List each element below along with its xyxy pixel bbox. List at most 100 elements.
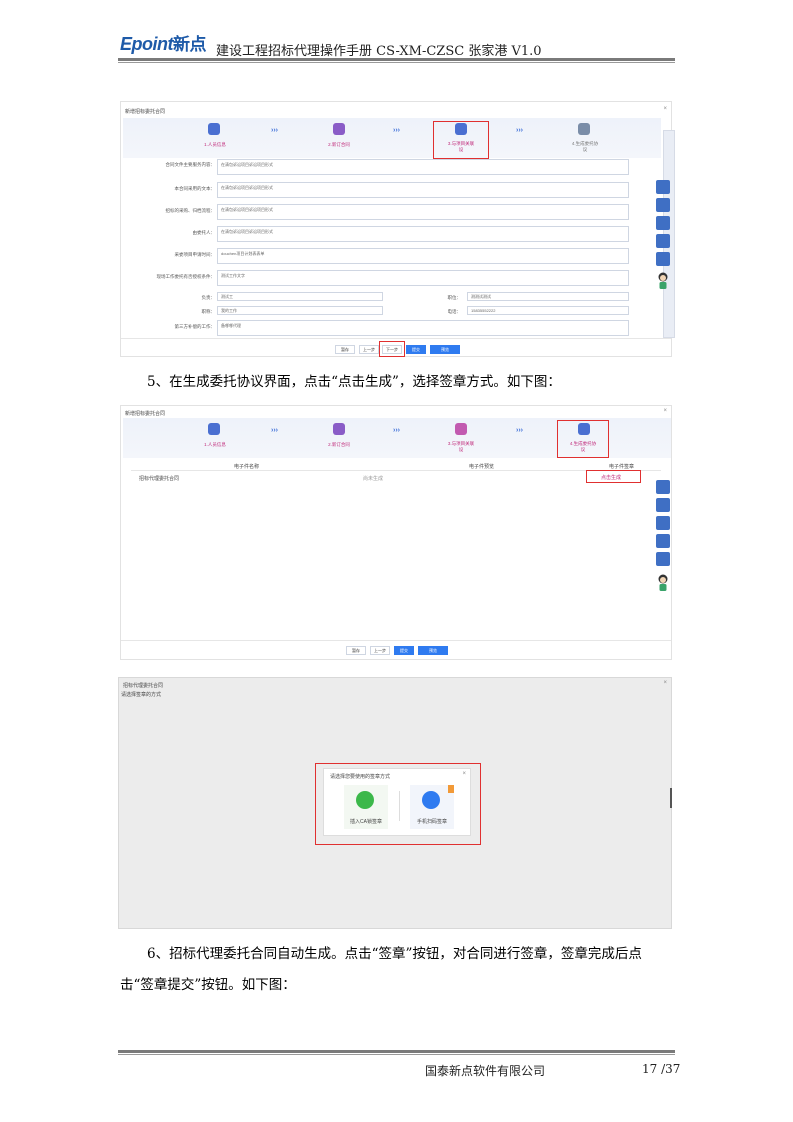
step-2-icon	[333, 123, 345, 135]
close-icon[interactable]: ×	[663, 106, 667, 112]
field-input[interactable]: 在清包诉讼项目诉讼项目形式	[217, 204, 629, 220]
save-draft-button[interactable]: 暂存	[335, 345, 355, 354]
ca-sign-option[interactable]: 插入CA锁签章	[344, 785, 388, 829]
mail-tool-icon[interactable]	[656, 234, 670, 248]
divider	[399, 791, 400, 821]
step-arrow-icon: ›››	[271, 127, 278, 134]
field-label: 采委项目申请时间：	[174, 252, 216, 257]
field-label: 职位：	[447, 295, 462, 300]
step-6-text-line2: 击“签章提交”按钮。如下图：	[120, 977, 296, 993]
check-tool-icon[interactable]	[656, 516, 670, 530]
step-2-icon	[333, 423, 345, 435]
col-header-sign: 电子件签章	[609, 464, 635, 470]
close-icon[interactable]: ×	[663, 408, 667, 414]
help-tool-icon[interactable]	[656, 198, 670, 212]
header-rule-thin	[118, 62, 675, 63]
table-header: 电子件名称 电子件预览 电子件签章	[131, 461, 661, 471]
header-rule	[118, 58, 675, 61]
step-1-label: 1.人员信息	[204, 142, 226, 147]
field-input[interactable]: 备哪哪代理	[217, 320, 629, 336]
fill-tool-icon[interactable]	[656, 480, 670, 494]
sign-dialog-title: 请选择您要使用的签章方式	[330, 774, 391, 780]
help-tool-icon[interactable]	[656, 498, 670, 512]
field-input[interactable]: 测试工	[217, 292, 383, 301]
field-input[interactable]: 测测试测试	[467, 292, 629, 301]
dialog-title: 新增招标委托合同	[125, 411, 166, 417]
ca-sign-label: 插入CA锁签章	[350, 819, 382, 825]
company-logo: Epoint新点	[120, 34, 207, 54]
field-input[interactable]: 在清包诉讼项目诉讼项目形式	[217, 182, 629, 198]
step-3-label: 3.与项目关联 设	[447, 441, 475, 452]
mobile-sign-option[interactable]: 手机扫码签章	[410, 785, 454, 829]
field-input[interactable]: 在清包诉讼项目诉讼项目形式	[217, 226, 629, 242]
step-2-label: 2.新订合同	[328, 442, 350, 447]
history-tool-icon[interactable]	[656, 252, 670, 266]
footer-rule-thin	[118, 1054, 675, 1055]
step-1-label: 1.人员信息	[204, 442, 226, 447]
generate-link[interactable]: 点击生成	[601, 474, 621, 481]
step-4-icon	[578, 123, 590, 135]
field-input[interactable]: 在清包诉讼项目诉讼项目形式	[217, 159, 629, 175]
prev-step-button[interactable]: 上一步	[359, 345, 379, 354]
step-3-label: 3.与项目关联 设	[447, 141, 475, 152]
step-arrow-icon: ›››	[271, 427, 278, 434]
phone-icon	[422, 791, 440, 809]
close-icon[interactable]: ×	[663, 680, 667, 686]
step-1-icon	[208, 423, 220, 435]
field-label: 合同文件主要服务内容：	[165, 162, 216, 167]
screenshot-sign-method: 招标代理委托合同 × 请选择签章的方式 请选择您要使用的签章方式 × 插入CA锁…	[118, 677, 672, 929]
submit-button[interactable]: 提交	[406, 345, 426, 354]
field-label: 由委托人：	[192, 230, 216, 235]
step-4-label: 4.生成委托协 议	[571, 141, 599, 152]
prev-step-button[interactable]: 上一步	[370, 646, 390, 655]
mobile-sign-label: 手机扫码签章	[416, 819, 447, 825]
history-tool-icon[interactable]	[656, 552, 670, 566]
next-step-button[interactable]: 下一步	[382, 345, 402, 354]
field-label: 电话：	[447, 309, 462, 314]
field-label: 招标的采购、归档流程：	[165, 208, 216, 213]
step-5-text: 5、在生成委托协议界面，点击“点击生成”，选择签章方式。如下图：	[147, 374, 561, 390]
bottom-bar	[121, 640, 671, 641]
field-input[interactable]: 测试工作文字	[217, 270, 629, 286]
document-title: 建设工程招标代理操作手册 CS-XM-CZSC 张家港 V1.0	[216, 44, 542, 59]
preview-button[interactable]: 预览	[418, 646, 448, 655]
step-arrow-icon: ›››	[393, 127, 400, 134]
usb-key-icon	[356, 791, 374, 809]
fill-tool-icon[interactable]	[656, 180, 670, 194]
step-6-text-line1: 6、招标代理委托合同自动生成。点击“签章”按钮，对合同进行签章，签章完成后点	[147, 946, 642, 962]
field-label: 职称：	[201, 309, 216, 314]
field-label: 现场工作委托有否授权条件：	[156, 274, 216, 279]
step-3-icon	[455, 123, 467, 135]
step-bar: 1.人员信息 ››› 2.新订合同 ››› 3.与项目关联 设 ››› 4.生成…	[123, 118, 661, 159]
bookmark-icon	[448, 785, 454, 793]
save-draft-button[interactable]: 暂存	[346, 646, 366, 655]
col-header-preview: 电子件预览	[469, 464, 495, 470]
step-arrow-icon: ›››	[516, 127, 523, 134]
step-bar: 1.人员信息 ››› 2.新订合同 ››› 3.与项目关联 设 ››› 4.生成…	[123, 418, 671, 458]
col-header-name: 电子件名称	[234, 464, 260, 470]
mascot-icon	[658, 574, 668, 591]
page-number: 17 /37	[642, 1062, 681, 1076]
field-input[interactable]: 15835552222	[467, 306, 629, 315]
bottom-bar	[121, 338, 671, 339]
footer-company: 国泰新点软件有限公司	[425, 1064, 546, 1078]
step-1-icon	[208, 123, 220, 135]
dialog-subtitle: 请选择签章的方式	[121, 692, 162, 698]
field-label: 负责：	[201, 295, 216, 300]
check-tool-icon[interactable]	[656, 216, 670, 230]
scrollbar[interactable]	[670, 788, 672, 808]
row-doc-preview: 尚未生成	[363, 476, 384, 482]
dialog-title: 新增招标委托合同	[125, 109, 166, 115]
screenshot-contract-form: 新增招标委托合同 × 1.人员信息 ››› 2.新订合同 ››› 3.与项目关联…	[120, 101, 675, 357]
mascot-icon	[658, 272, 668, 289]
screenshot-generate-agreement: 新增招标委托合同 × 1.人员信息 ››› 2.新订合同 ››› 3.与项目关联…	[120, 405, 672, 660]
field-input[interactable]: douchen项目计划表表单	[217, 248, 629, 264]
field-label: 本合同采用的文本：	[174, 186, 216, 191]
mail-tool-icon[interactable]	[656, 534, 670, 548]
field-input[interactable]: 我的工作	[217, 306, 383, 315]
preview-button[interactable]: 预览	[430, 345, 460, 354]
submit-button[interactable]: 提交	[394, 646, 414, 655]
close-icon[interactable]: ×	[462, 771, 466, 777]
step-4-icon	[578, 423, 590, 435]
step-2-label: 2.新订合同	[328, 142, 350, 147]
